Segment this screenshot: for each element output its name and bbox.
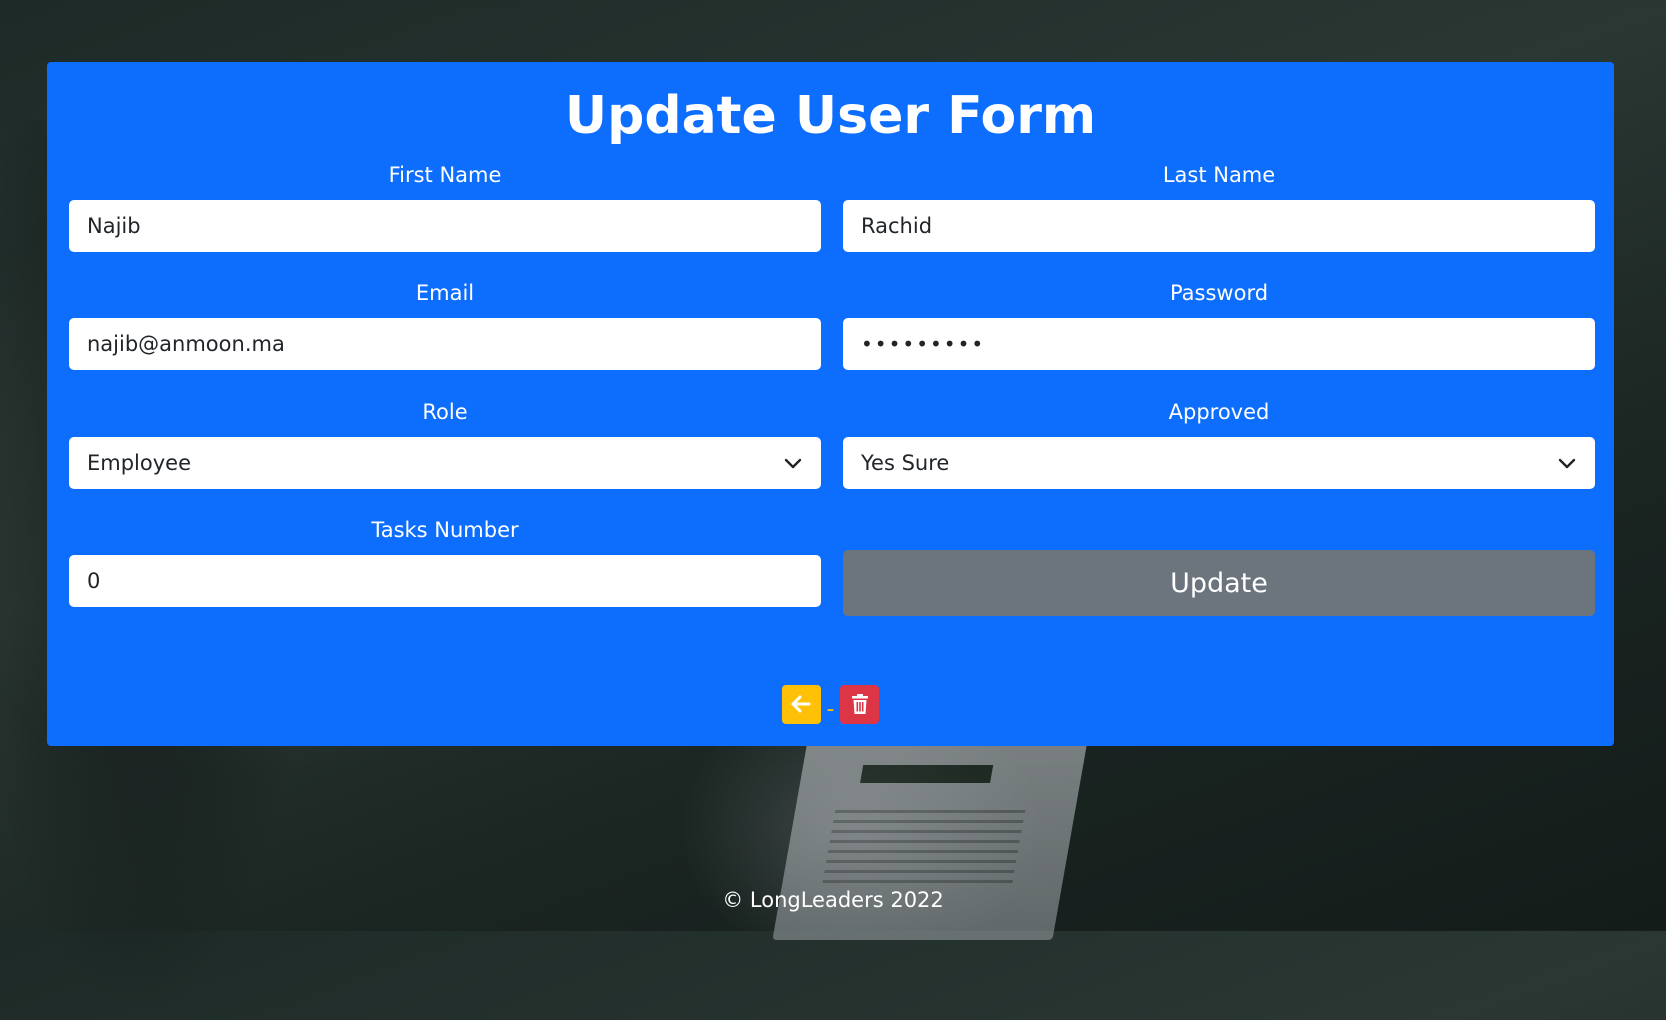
password-value: ••••••••• xyxy=(861,332,986,356)
action-separator: - xyxy=(826,696,835,722)
first-name-value: Najib xyxy=(87,214,141,238)
tasks-number-value: 0 xyxy=(87,569,101,593)
email-value: najib@anmoon.ma xyxy=(87,332,285,356)
approved-select[interactable]: Yes Sure xyxy=(843,437,1595,489)
arrow-left-icon xyxy=(791,695,811,713)
email-group: Email najib@anmoon.ma xyxy=(69,278,821,370)
form-title: Update User Form xyxy=(564,86,1097,146)
action-buttons: - xyxy=(47,684,1614,724)
back-button[interactable] xyxy=(781,684,821,724)
password-group: Password ••••••••• xyxy=(843,278,1595,370)
password-label: Password xyxy=(1169,281,1269,305)
approved-selected-value: Yes Sure xyxy=(861,451,950,475)
email-label: Email xyxy=(415,281,475,305)
first-name-label: First Name xyxy=(388,163,502,187)
last-name-value: Rachid xyxy=(861,214,933,238)
approved-group: Approved Yes Sure xyxy=(843,397,1595,489)
email-input[interactable]: najib@anmoon.ma xyxy=(69,318,821,370)
tasks-number-group: Tasks Number 0 xyxy=(69,515,821,607)
tasks-number-label: Tasks Number xyxy=(371,518,519,542)
chevron-down-icon xyxy=(1558,458,1576,469)
role-select[interactable]: Employee xyxy=(69,437,821,489)
tasks-number-input[interactable]: 0 xyxy=(69,555,821,607)
last-name-input[interactable]: Rachid xyxy=(843,200,1595,252)
approved-label: Approved xyxy=(1168,400,1270,424)
role-label: Role xyxy=(422,400,468,424)
update-user-card: Update User Form First Name Najib Last N… xyxy=(47,62,1614,746)
footer-copyright: © LongLeaders 2022 xyxy=(722,888,944,912)
first-name-group: First Name Najib xyxy=(69,160,821,252)
last-name-group: Last Name Rachid xyxy=(843,160,1595,252)
first-name-input[interactable]: Najib xyxy=(69,200,821,252)
last-name-label: Last Name xyxy=(1162,163,1276,187)
delete-button[interactable] xyxy=(840,684,880,724)
update-button[interactable]: Update xyxy=(843,550,1595,616)
password-input[interactable]: ••••••••• xyxy=(843,318,1595,370)
role-group: Role Employee xyxy=(69,397,821,489)
trash-icon xyxy=(851,694,868,714)
chevron-down-icon xyxy=(784,458,802,469)
role-selected-value: Employee xyxy=(87,451,192,475)
